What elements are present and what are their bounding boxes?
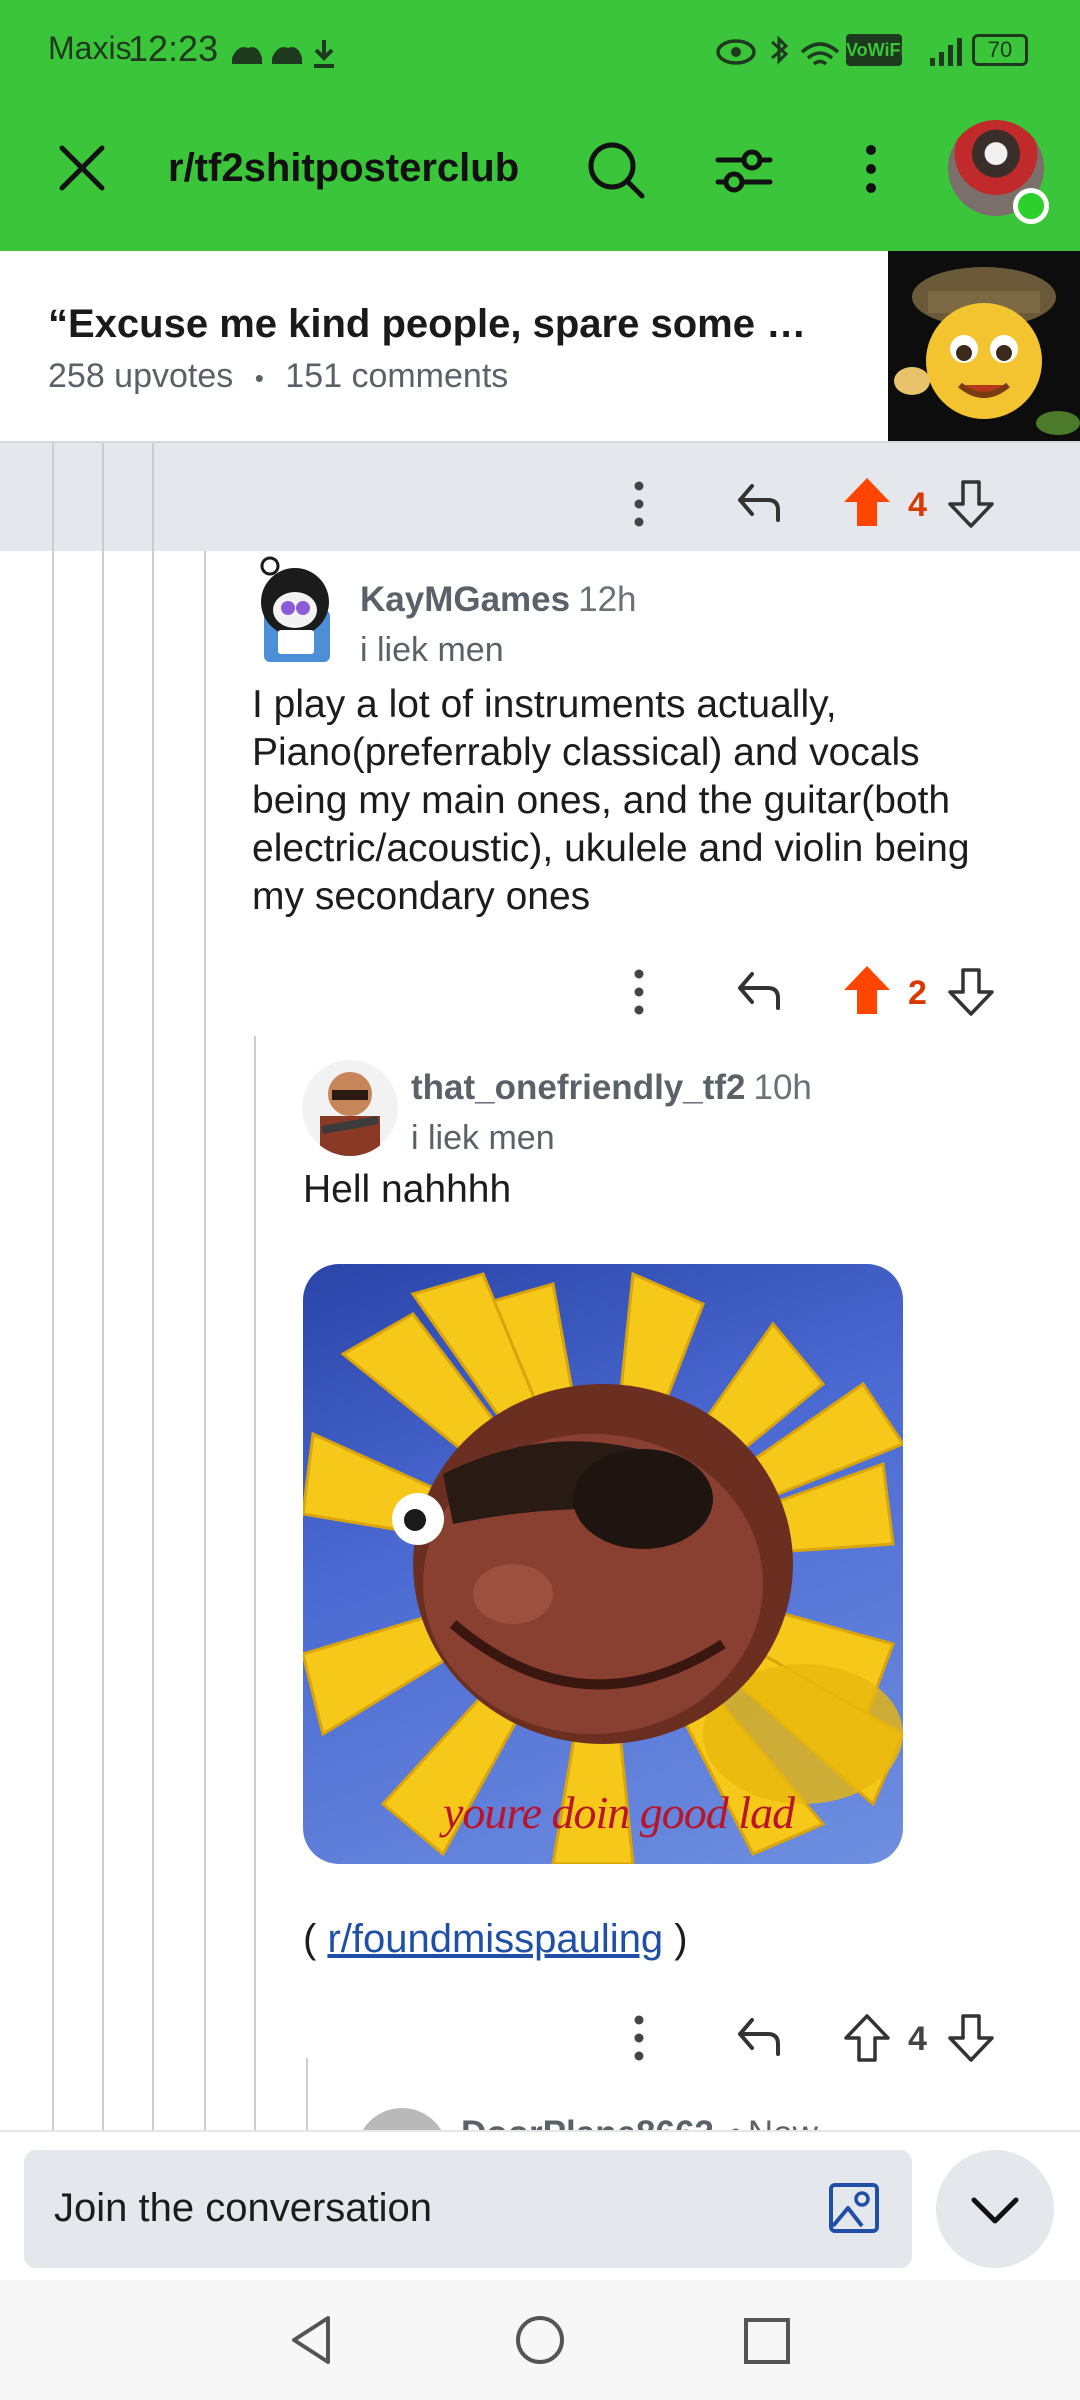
downvote-icon[interactable] (946, 478, 996, 535)
collapse-button[interactable] (936, 2150, 1054, 2268)
vote-score: 2 (908, 974, 927, 1012)
more-vert-icon[interactable] (624, 474, 654, 539)
link-line: ( r/foundmisspauling ) (303, 1917, 688, 1962)
comment-input-placeholder[interactable]: Join the conversation (54, 2186, 432, 2231)
comment-body: Hell nahhhh (303, 1168, 512, 1211)
thread-line-4 (204, 551, 206, 2130)
online-status-dot (1013, 188, 1049, 224)
comment-time: 10h (753, 1068, 812, 1107)
image-icon[interactable] (828, 2182, 880, 2239)
nav-home-icon[interactable] (512, 2312, 568, 2373)
comment-author[interactable]: KayMGames 12h (360, 580, 637, 620)
battery-indicator: 70 (972, 34, 1028, 66)
comment-body: I play a lot of instruments actually, Pi… (252, 681, 1052, 921)
nav-recents-icon[interactable] (740, 2314, 796, 2375)
downvote-icon[interactable] (946, 966, 996, 1023)
reply-icon[interactable] (734, 478, 784, 533)
search-icon[interactable] (586, 140, 646, 200)
upvote-icon[interactable] (842, 476, 892, 533)
post-comment-count: 151 comments (285, 357, 509, 395)
close-icon[interactable] (56, 142, 108, 194)
reply-icon[interactable] (734, 2012, 784, 2067)
image-caption: youre doin good lad (443, 1787, 795, 1838)
carrier-label: Maxis (48, 30, 132, 66)
post-meta: 258 upvotes • 151 comments (48, 357, 508, 396)
nav-back-icon[interactable] (284, 2312, 340, 2373)
battery-level: 70 (987, 37, 1013, 62)
meta-separator: • (254, 363, 264, 393)
notification-icons (232, 40, 334, 68)
upvote-icon[interactable] (842, 964, 892, 1021)
thread-line-1 (52, 443, 54, 2130)
link-prefix: ( (303, 1917, 328, 1961)
post-title[interactable]: “Excuse me kind people, spare some m... (48, 302, 828, 347)
user-flair: i liek men (411, 1119, 555, 1157)
upvote-icon[interactable] (842, 2012, 892, 2069)
username-text[interactable]: KayMGames (360, 580, 570, 619)
more-vert-icon[interactable] (624, 962, 654, 1027)
comment-image[interactable]: youre doin good lad (303, 1264, 903, 1864)
post-upvotes: 258 upvotes (48, 357, 234, 395)
comment-line: I play a lot of instruments actually, (252, 683, 837, 726)
subreddit-title[interactable]: r/tf2shitposterclub (168, 146, 519, 191)
thread-line-3 (152, 443, 154, 2130)
link-suffix: ) (663, 1917, 688, 1961)
subreddit-link[interactable]: r/foundmisspauling (327, 1917, 663, 1961)
comment-line: my secondary ones (252, 875, 591, 918)
more-vert-icon[interactable] (624, 2008, 654, 2073)
chevron-down-icon (971, 2197, 1019, 2224)
post-thumbnail[interactable] (888, 251, 1080, 441)
reply-icon[interactable] (734, 966, 784, 1021)
thread-line-5 (254, 1036, 256, 2130)
filter-icon[interactable] (714, 140, 774, 200)
vote-score: 4 (908, 486, 927, 524)
comment-line: Piano(preferrably classical) and vocals (252, 731, 920, 774)
comment-author[interactable]: that_onefriendly_tf2 10h (411, 1068, 812, 1108)
downvote-icon[interactable] (946, 2012, 996, 2069)
more-vert-icon[interactable] (856, 140, 886, 200)
comment-line: being my main ones, and the guitar(both (252, 779, 951, 822)
user-flair: i liek men (360, 631, 504, 669)
comment-line: electric/acoustic), ukulele and violin b… (252, 827, 970, 870)
signal-icon (930, 38, 962, 66)
thread-line-6 (306, 2058, 308, 2130)
comment-time: 12h (578, 580, 637, 619)
thread-line-2 (102, 443, 104, 2130)
clock: 12:23 (128, 28, 219, 69)
vote-score: 4 (908, 2020, 927, 2058)
commenter-avatar[interactable] (250, 556, 340, 668)
vowifi-badge: VoWiFi (846, 34, 906, 66)
status-icons (716, 35, 840, 66)
username-text[interactable]: that_onefriendly_tf2 (411, 1068, 746, 1107)
commenter-avatar[interactable] (302, 1060, 398, 1156)
